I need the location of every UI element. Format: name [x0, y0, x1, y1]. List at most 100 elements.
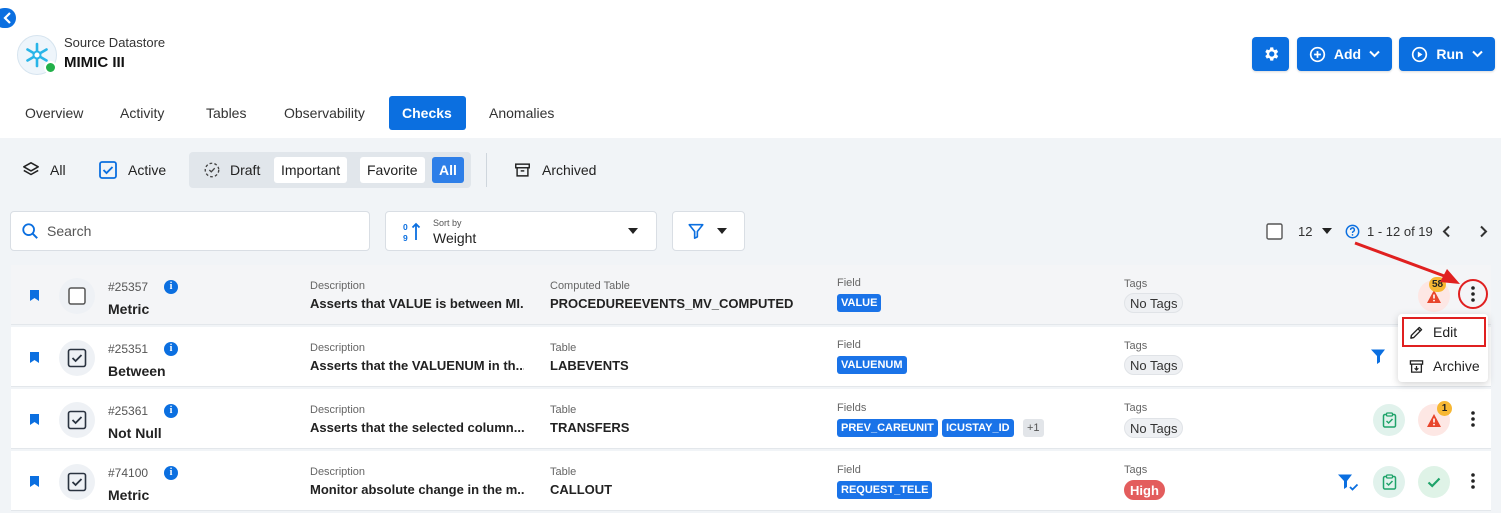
- filter-draft-label: Draft: [230, 162, 261, 178]
- check-id: #25361: [108, 404, 149, 418]
- info-icon[interactable]: i: [164, 342, 178, 356]
- select-all-checkbox[interactable]: [1266, 220, 1283, 242]
- tab-checks[interactable]: Checks: [389, 96, 466, 130]
- filter-favorite[interactable]: Favorite: [360, 157, 425, 183]
- field-chip: REQUEST_TELE: [837, 481, 933, 499]
- field-label: Field: [837, 277, 861, 289]
- filter-button[interactable]: [672, 211, 745, 251]
- more-options-button[interactable]: [1460, 468, 1486, 494]
- next-page-button[interactable]: [1479, 220, 1488, 242]
- search-input[interactable]: [47, 223, 347, 239]
- check-id: #25351: [108, 342, 149, 356]
- tab-overview[interactable]: Overview: [12, 96, 96, 130]
- tag-chip: No Tags: [1124, 355, 1184, 375]
- chevron-down-icon: [1369, 50, 1380, 58]
- menu-archive-label: Archive: [1433, 358, 1480, 374]
- check-row[interactable]: #25351 i Between Description Asserts tha…: [11, 327, 1491, 387]
- clipboard-check-icon: [1382, 412, 1396, 428]
- table-value: TRANSFERS: [550, 420, 630, 435]
- more-options-button[interactable]: [1460, 281, 1486, 307]
- check-row[interactable]: #25357 i Metric Description Asserts that…: [11, 265, 1491, 325]
- filter-all-label: All: [50, 162, 66, 178]
- filter-all-selected[interactable]: All: [432, 157, 464, 183]
- filter-archived[interactable]: Archived: [513, 150, 596, 190]
- status-filter-bar: All Active Draft Important Favorite All …: [0, 150, 1501, 190]
- validate-button[interactable]: [1373, 404, 1405, 436]
- help-circle-icon[interactable]: [1345, 224, 1360, 239]
- tag-chip: No Tags: [1124, 293, 1184, 313]
- per-page-value: 12: [1298, 223, 1313, 239]
- plus-circle-icon: [1309, 46, 1326, 62]
- filter-funnel-icon: [688, 223, 704, 240]
- info-icon[interactable]: i: [164, 280, 178, 294]
- kebab-menu-icon: [1471, 286, 1475, 302]
- layers-icon: [22, 161, 40, 179]
- sort-label: Sort by: [433, 218, 462, 228]
- description-label: Description: [310, 466, 366, 478]
- clipboard-check-icon: [1382, 474, 1396, 490]
- tag-chip-high: High: [1124, 480, 1165, 500]
- settings-button[interactable]: [1252, 37, 1289, 71]
- filter-draft[interactable]: Draft: [196, 157, 267, 183]
- check-type: Metric: [108, 487, 150, 503]
- filter-all[interactable]: All: [22, 150, 66, 190]
- validate-button[interactable]: [1373, 466, 1405, 498]
- svg-text:9: 9: [403, 233, 408, 243]
- tab-tables[interactable]: Tables: [193, 96, 259, 130]
- kebab-menu-icon: [1471, 473, 1475, 489]
- bookmark-icon[interactable]: [29, 351, 40, 364]
- filter-active[interactable]: Active: [98, 150, 166, 190]
- check-row[interactable]: #25361 i Not Null Description Asserts th…: [11, 389, 1491, 449]
- description-value: Monitor absolute change in the m...: [310, 482, 524, 497]
- table-value: PROCEDUREEVENTS_MV_COMPUTED: [550, 296, 794, 311]
- archive-box-icon: [513, 161, 532, 179]
- description-value: Asserts that VALUE is between MI...: [310, 296, 524, 311]
- tab-anomalies[interactable]: Anomalies: [476, 96, 567, 130]
- filter-check-icon[interactable]: [1337, 473, 1359, 493]
- tags-label: Tags: [1124, 278, 1148, 290]
- bookmark-icon[interactable]: [29, 413, 40, 426]
- field-label: Fields: [837, 402, 867, 414]
- row-checkbox[interactable]: [59, 402, 95, 438]
- bookmark-icon[interactable]: [29, 475, 40, 488]
- field-chip: PREV_CAREUNIT: [837, 419, 938, 437]
- more-fields-chip[interactable]: +1: [1023, 419, 1044, 437]
- tab-activity[interactable]: Activity: [107, 96, 177, 130]
- filter-important[interactable]: Important: [274, 157, 348, 183]
- table-value: LABEVENTS: [550, 358, 629, 373]
- pager-range-text: 1 - 12 of 19: [1367, 223, 1433, 239]
- description-label: Description: [310, 280, 366, 292]
- more-options-button[interactable]: [1460, 406, 1486, 432]
- chevron-left-icon: [1442, 225, 1450, 237]
- field-chip: VALUE: [837, 294, 882, 312]
- row-checkbox[interactable]: [59, 278, 95, 314]
- page-header: Source Datastore MIMIC III Add Run: [0, 0, 1501, 90]
- row-checkbox[interactable]: [59, 464, 95, 500]
- sort-dropdown[interactable]: 0 9 Sort by Weight: [385, 211, 657, 251]
- page-title: MIMIC III: [64, 54, 125, 71]
- row-checkbox[interactable]: [59, 340, 95, 376]
- prev-page-button[interactable]: [1442, 220, 1451, 242]
- run-button[interactable]: Run: [1399, 37, 1495, 71]
- tags-label: Tags: [1124, 402, 1148, 414]
- check-type: Not Null: [108, 425, 162, 441]
- filter-check-icon[interactable]: [1370, 348, 1388, 366]
- pager-range: 1 - 12 of 19: [1345, 220, 1433, 242]
- info-icon[interactable]: i: [164, 404, 178, 418]
- per-page-select[interactable]: 12: [1298, 220, 1333, 242]
- add-button[interactable]: Add: [1297, 37, 1392, 71]
- menu-archive[interactable]: Archive: [1398, 350, 1488, 382]
- bookmark-icon[interactable]: [29, 289, 40, 302]
- tab-observability[interactable]: Observability: [271, 96, 378, 130]
- check-row[interactable]: #74100 i Metric Description Monitor abso…: [11, 451, 1491, 511]
- filter-active-label: Active: [128, 162, 167, 178]
- description-label: Description: [310, 404, 366, 416]
- edit-highlight-box: [1402, 317, 1486, 347]
- sort-value: Weight: [433, 230, 477, 246]
- filter-archived-label: Archived: [542, 162, 597, 178]
- no-anomalies-button[interactable]: [1418, 466, 1450, 498]
- chevron-right-icon: [1480, 225, 1488, 237]
- status-dot: [44, 61, 57, 74]
- info-icon[interactable]: i: [164, 466, 178, 480]
- description-value: Asserts that the selected column...: [310, 420, 524, 435]
